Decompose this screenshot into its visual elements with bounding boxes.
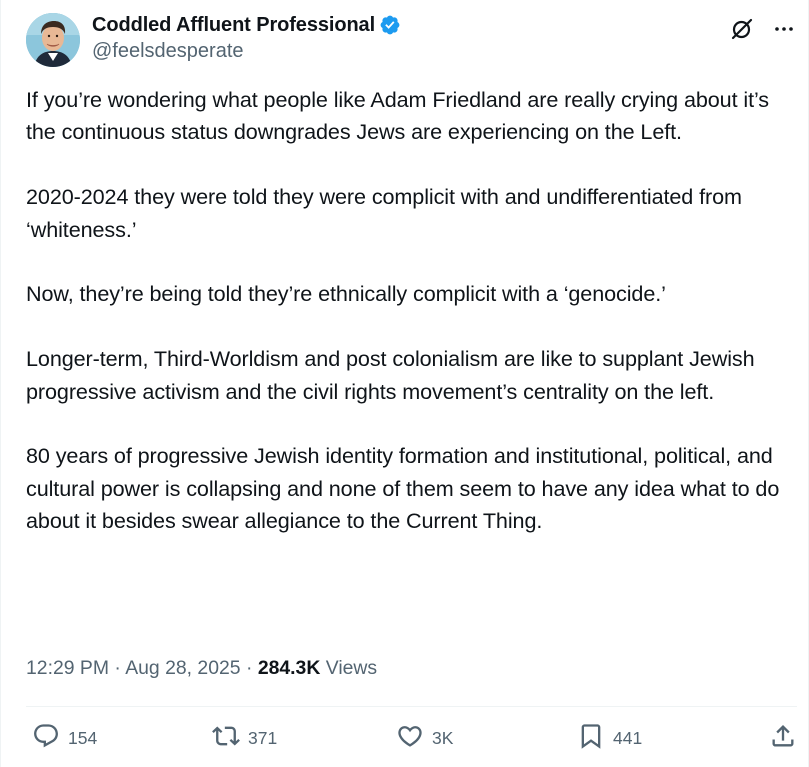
tweet-time: 12:29 PM (26, 657, 109, 679)
tweet-text: If you’re wondering what people like Ada… (26, 84, 796, 538)
heart-icon (396, 722, 424, 755)
reply-count: 154 (68, 728, 98, 748)
left-border (0, 0, 1, 767)
like-count: 3K (432, 728, 454, 748)
tweet-paragraph: 80 years of progressive Jewish identity … (26, 443, 780, 534)
tweet-timestamp-link[interactable]: 12:29 PM · Aug 28, 2025 (26, 657, 241, 679)
tweet-paragraph: If you’re wondering what people like Ada… (26, 87, 769, 145)
bookmark-count: 441 (613, 728, 643, 748)
author-names: Coddled Affluent Professional @feelsdesp… (92, 13, 401, 63)
views-label: Views (325, 657, 378, 679)
tweet-actions-bar: 154 371 3K 441 (26, 722, 797, 760)
grok-icon[interactable] (729, 16, 755, 42)
divider (26, 706, 797, 707)
meta-separator: · (245, 657, 253, 679)
reply-icon (32, 722, 60, 755)
display-name: Coddled Affluent Professional (92, 13, 376, 36)
tweet-metadata: 12:29 PM · Aug 28, 2025 · 284.3K Views (26, 657, 377, 680)
repost-button[interactable]: 371 (212, 722, 277, 755)
bookmark-icon (577, 722, 605, 755)
meta-separator: · (114, 657, 121, 679)
display-name-row[interactable]: Coddled Affluent Professional (92, 13, 401, 37)
tweet-paragraph: 2020-2024 they were told they were compl… (26, 184, 742, 242)
repost-icon (212, 722, 240, 755)
header-actions (729, 16, 797, 42)
tweet-date: Aug 28, 2025 (125, 657, 241, 679)
avatar-image (26, 13, 80, 67)
share-icon (769, 722, 797, 755)
more-icon[interactable] (771, 16, 797, 42)
avatar[interactable] (26, 13, 80, 67)
like-button[interactable]: 3K (396, 722, 453, 755)
verified-badge-icon[interactable] (379, 14, 401, 36)
tweet-paragraph: Now, they’re being told they’re ethnical… (26, 281, 666, 307)
repost-count: 371 (248, 728, 278, 748)
tweet-header: Coddled Affluent Professional @feelsdesp… (26, 13, 797, 67)
bookmark-button[interactable]: 441 (577, 722, 642, 755)
share-button[interactable] (769, 722, 797, 755)
reply-button[interactable]: 154 (32, 722, 97, 755)
author-handle[interactable]: @feelsdesperate (92, 40, 401, 63)
views-count: 284.3K (257, 657, 321, 679)
tweet-paragraph: Longer-term, Third-Worldism and post col… (26, 346, 755, 404)
